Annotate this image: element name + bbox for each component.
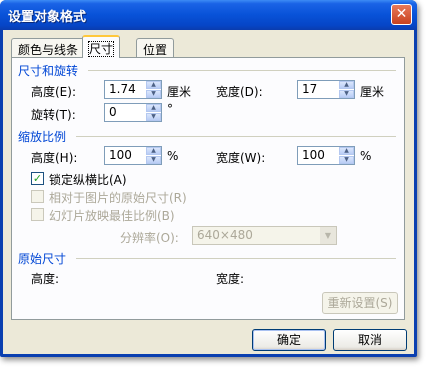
- cancel-label: 取消: [357, 333, 382, 347]
- spin-down-icon[interactable]: ▼: [339, 90, 354, 98]
- size-height-value: 1.74: [109, 82, 136, 96]
- tab-colors-lines[interactable]: 颜色与线条: [11, 38, 86, 57]
- lock-aspect-checkbox[interactable]: ✓: [31, 172, 44, 185]
- scale-width-label: 宽度(W):: [216, 151, 266, 165]
- size-height-unit: 厘米: [167, 85, 192, 99]
- tab-position[interactable]: 位置: [136, 38, 175, 57]
- relative-original-label: 相对于图片的原始尺寸(R): [49, 191, 187, 205]
- size-width-unit: 厘米: [360, 85, 385, 99]
- size-width-label: 宽度(D):: [216, 85, 263, 99]
- ok-button[interactable]: 确定: [252, 329, 326, 351]
- spin-down-icon[interactable]: ▼: [339, 156, 354, 164]
- spin-down-icon[interactable]: ▼: [146, 156, 161, 164]
- title-bar[interactable]: 设置对象格式 ✕: [0, 0, 417, 30]
- rotation-label: 旋转(T):: [31, 108, 76, 122]
- size-width-spinner[interactable]: 17 ▲ ▼: [297, 80, 355, 99]
- spin-up-icon[interactable]: ▲: [146, 104, 161, 112]
- section-scale: 缩放比例: [18, 130, 67, 144]
- spin-up-icon[interactable]: ▲: [339, 81, 354, 89]
- reset-button[interactable]: 重新设置(S): [322, 292, 398, 314]
- scale-width-value: 100: [302, 148, 325, 162]
- section-divider: [76, 258, 396, 259]
- dialog-title: 设置对象格式: [8, 10, 87, 25]
- scale-height-spinner[interactable]: 100 ▲ ▼: [104, 146, 162, 165]
- scale-height-unit: %: [167, 149, 179, 163]
- reset-label: 重新设置(S): [327, 296, 393, 310]
- dialog-client: 颜色与线条 尺寸 位置 尺寸和旋转 高度(E): 1.74 ▲ ▼ 厘米 宽度(D…: [3, 30, 414, 354]
- spin-up-icon[interactable]: ▲: [146, 147, 161, 155]
- lock-aspect-label[interactable]: 锁定纵横比(A): [49, 171, 127, 188]
- scale-height-value: 100: [109, 148, 132, 162]
- section-divider: [88, 70, 396, 71]
- scale-width-unit: %: [360, 149, 372, 163]
- size-height-spinner[interactable]: 1.74 ▲ ▼: [104, 80, 162, 99]
- rotation-value: 0: [109, 105, 117, 119]
- close-icon: ✕: [395, 6, 408, 22]
- rotation-unit: °: [167, 102, 173, 116]
- tab-label: 尺寸: [87, 41, 115, 57]
- tab-label: 位置: [143, 43, 168, 57]
- tab-size[interactable]: 尺寸: [82, 35, 121, 58]
- spin-down-icon[interactable]: ▼: [146, 90, 161, 98]
- resolution-select[interactable]: 640×480 ▼: [192, 226, 337, 245]
- size-height-label: 高度(E):: [31, 85, 76, 99]
- checkmark-icon: ✓: [32, 172, 43, 185]
- spin-up-icon[interactable]: ▲: [146, 81, 161, 89]
- chevron-down-icon: ▼: [320, 227, 336, 244]
- spin-down-icon[interactable]: ▼: [146, 113, 161, 121]
- size-width-value: 17: [302, 82, 318, 96]
- original-width-label: 宽度:: [216, 272, 245, 286]
- original-height-label: 高度:: [31, 272, 60, 286]
- scale-width-spinner[interactable]: 100 ▲ ▼: [297, 146, 355, 165]
- section-original-size: 原始尺寸: [18, 252, 67, 266]
- ok-label: 确定: [276, 333, 301, 347]
- tab-panel-size: 尺寸和旋转 高度(E): 1.74 ▲ ▼ 厘米 宽度(D): 17 ▲ ▼ 厘米 …: [11, 57, 405, 320]
- resolution-label: 分辨率(O):: [120, 231, 179, 245]
- close-button[interactable]: ✕: [391, 4, 412, 25]
- tab-label: 颜色与线条: [18, 43, 79, 57]
- spin-up-icon[interactable]: ▲: [339, 147, 354, 155]
- section-divider: [76, 136, 396, 137]
- section-size-rotate: 尺寸和旋转: [18, 64, 79, 78]
- relative-original-checkbox[interactable]: [31, 190, 44, 203]
- scale-height-label: 高度(H):: [31, 151, 78, 165]
- best-scale-label: 幻灯片放映最佳比例(B): [49, 209, 175, 223]
- best-scale-checkbox[interactable]: [31, 208, 44, 221]
- rotation-spinner[interactable]: 0 ▲ ▼: [104, 103, 162, 122]
- dialog-window: 设置对象格式 ✕ 颜色与线条 尺寸 位置 尺寸和旋转 高度(E): 1.74 ▲…: [0, 0, 417, 357]
- resolution-value: 640×480: [197, 228, 253, 242]
- cancel-button[interactable]: 取消: [333, 329, 407, 351]
